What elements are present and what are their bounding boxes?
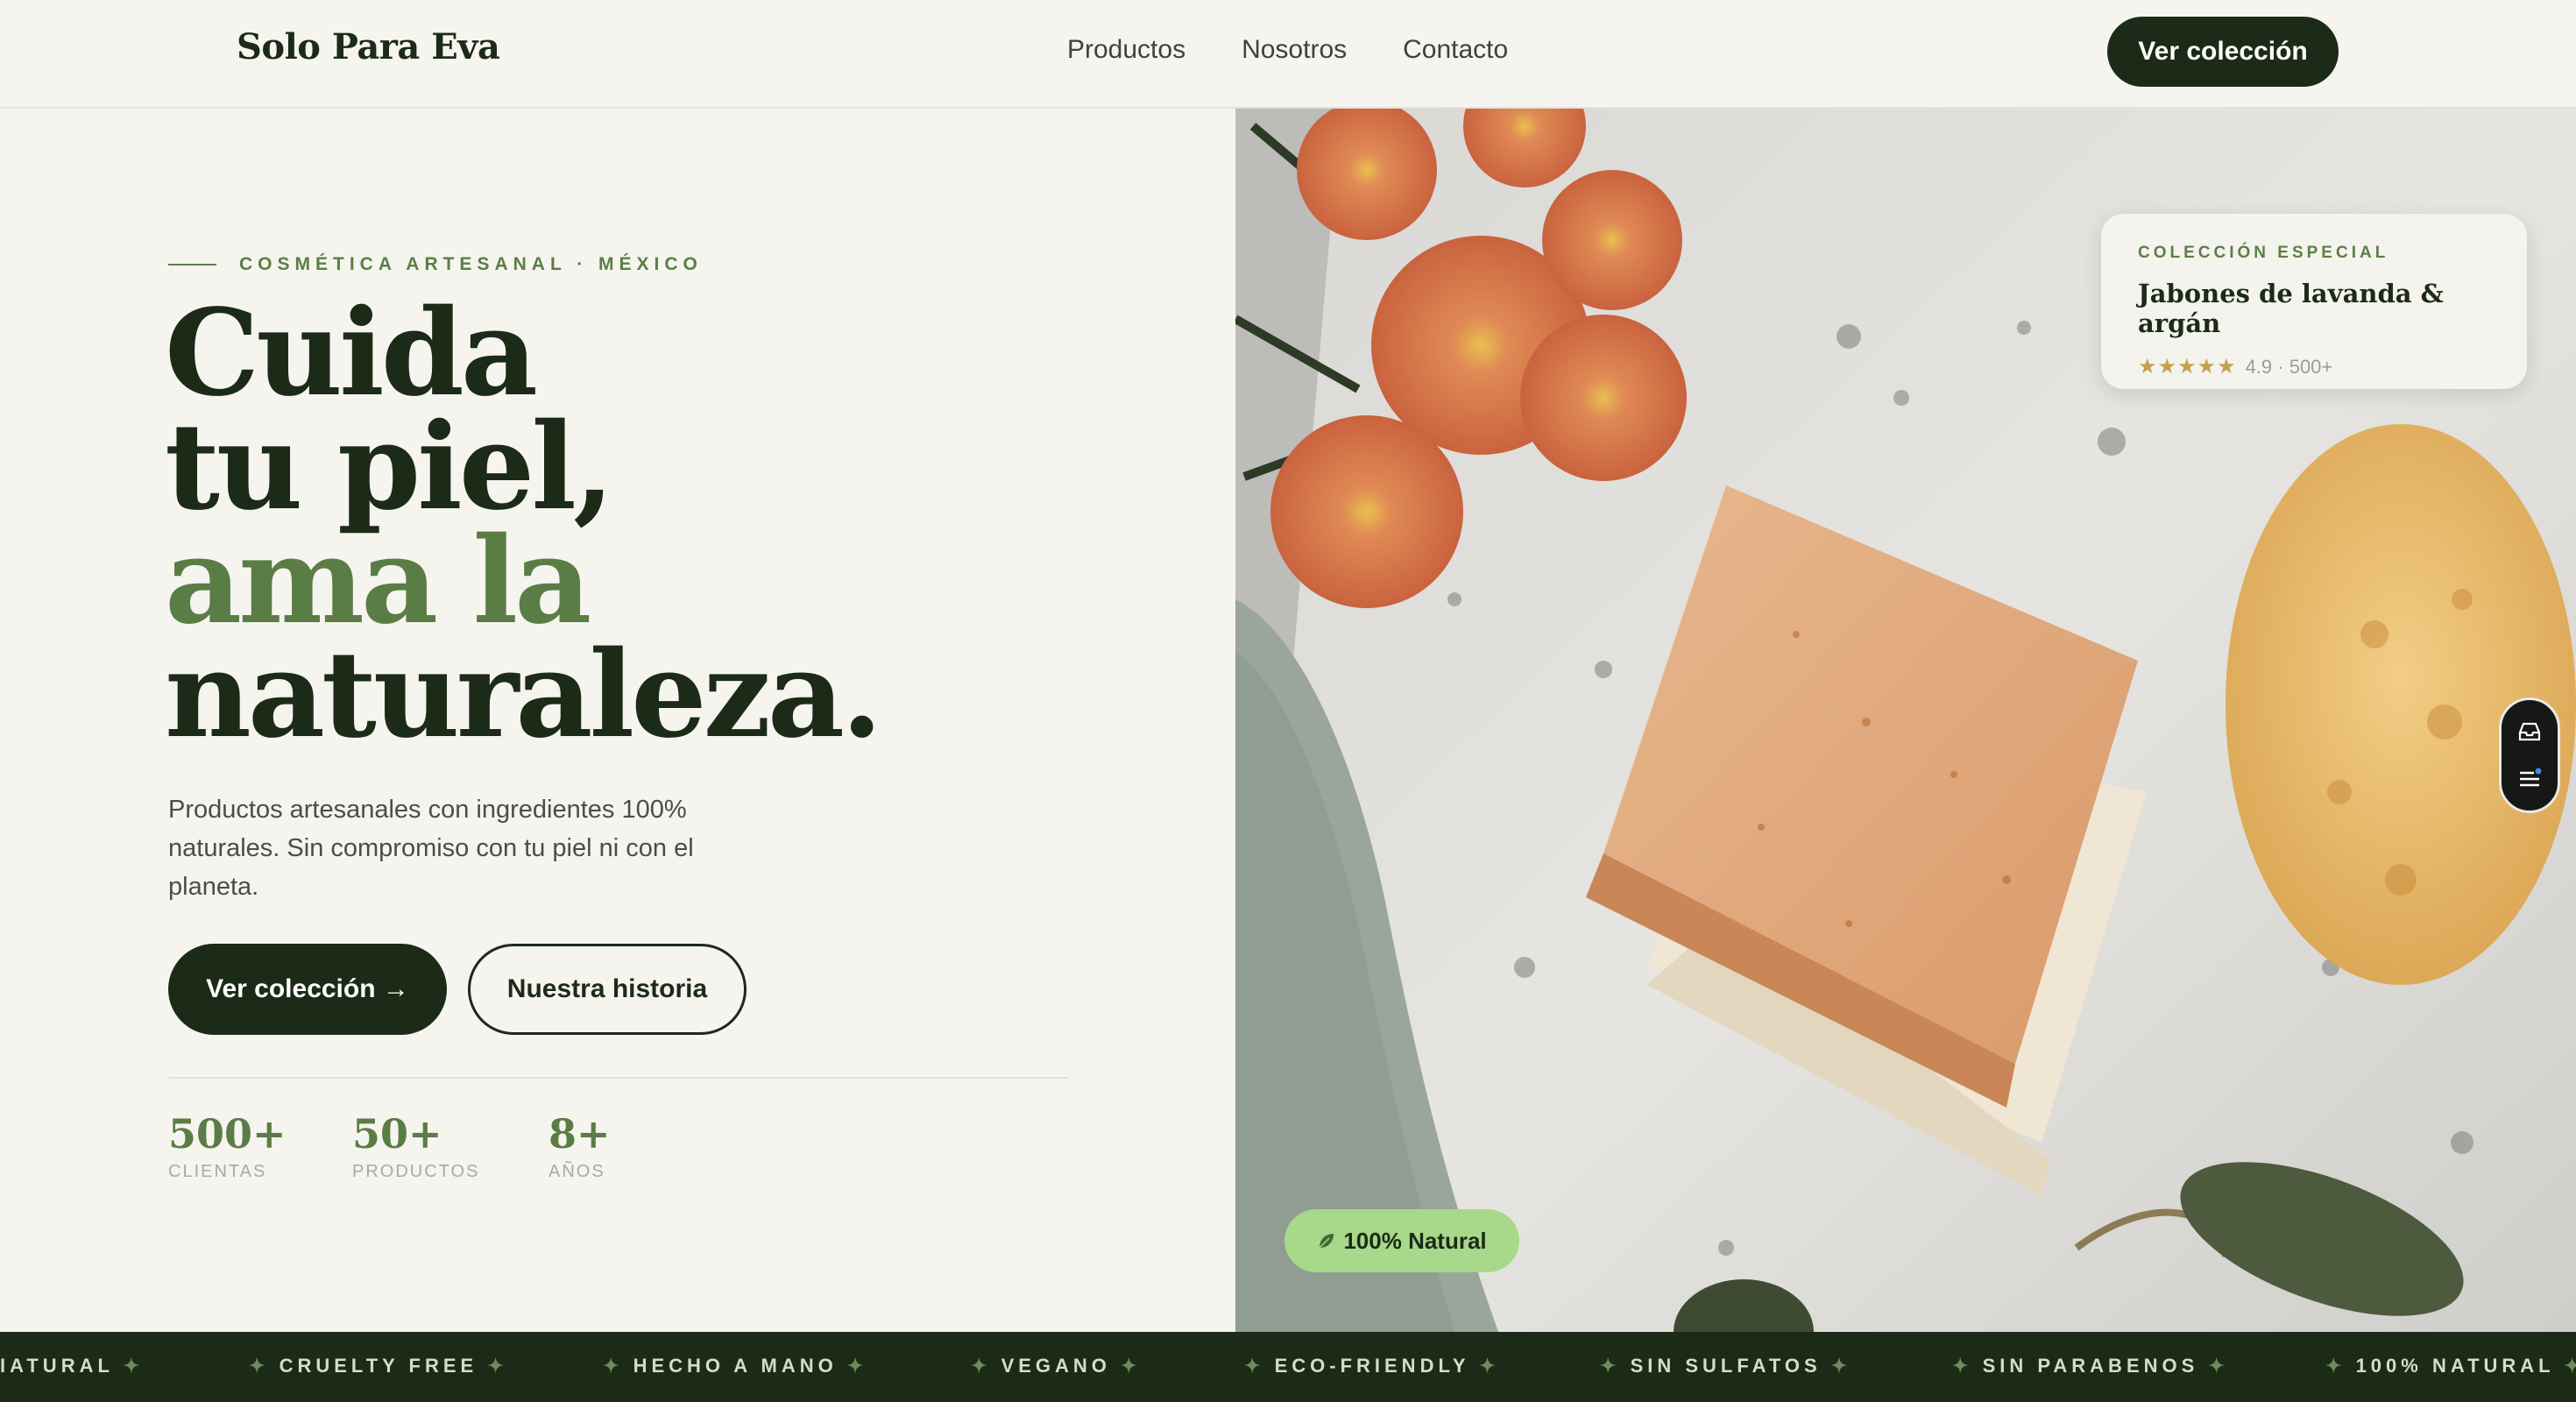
card-title: Jabones de lavanda & argán — [2138, 279, 2444, 338]
leaf-icon — [1319, 1234, 1334, 1249]
card-eyebrow: COLECCIÓN ESPECIAL — [2138, 244, 2389, 262]
hero-eyebrow: COSMÉTICA ARTESANAL · MÉXICO — [168, 254, 703, 275]
stat-label: CLIENTAS — [168, 1162, 267, 1181]
ticker-item: ✦ VEGANO ✦ — [971, 1355, 1142, 1377]
stat-value: 8+ — [548, 1110, 611, 1158]
view-collection-button[interactable]: Ver colección → — [168, 944, 447, 1035]
headline-line-4: naturaleza. — [165, 625, 882, 765]
stat-value: 500+ — [168, 1110, 287, 1158]
stat-products: 50+ PRODUCTOS — [352, 1111, 479, 1182]
stat-clients: 500+ CLIENTAS — [168, 1111, 287, 1182]
nav-collection-button[interactable]: Ver colección — [2107, 17, 2339, 87]
ticker-item: ✦ ECO-FRIENDLY ✦ — [1244, 1355, 1500, 1377]
ticker-item: ✦ CRUELTY FREE ✦ — [249, 1355, 508, 1377]
hero-description: Productos artesanales con ingredientes 1… — [168, 796, 694, 901]
navbar: Solo Para Eva Productos Nosotros Contact… — [0, 0, 2576, 109]
features-ticker: IATURAL ✦ ✦ CRUELTY FREE ✦ ✦ HECHO A MAN… — [0, 1332, 2576, 1402]
nav-link-nosotros[interactable]: Nosotros — [1242, 35, 1347, 65]
stat-label: PRODUCTOS — [352, 1162, 480, 1181]
ticker-item: ✦ SIN SULFATOS ✦ — [1600, 1355, 1852, 1377]
eyebrow-text: COSMÉTICA ARTESANAL · MÉXICO — [239, 254, 703, 274]
menu-icon[interactable] — [2516, 766, 2543, 792]
ticker-item: ✦ HECHO A MANO ✦ — [603, 1355, 868, 1377]
stat-value: 50+ — [352, 1110, 442, 1158]
stat-years: 8+ AÑOS — [548, 1111, 611, 1182]
hero-headline: Cuida tu piel, ama la naturaleza. — [165, 294, 882, 754]
rating-text: 4.9 · 500+ — [2245, 355, 2333, 378]
badge-label: 100% Natural — [1343, 1227, 1487, 1254]
stat-label: AÑOS — [548, 1162, 605, 1181]
inbox-icon[interactable] — [2516, 719, 2543, 745]
nav-links: Productos Nosotros Contacto — [1067, 35, 1508, 65]
natural-badge: 100% Natural — [1284, 1209, 1519, 1272]
star-rating-icon: ★★★★★ — [2138, 355, 2237, 379]
ticker-item: ✦ SIN PARABENOS ✦ — [1952, 1355, 2229, 1377]
nav-link-contacto[interactable]: Contacto — [1403, 35, 1508, 65]
stats-divider — [168, 1077, 1069, 1079]
eyebrow-line — [168, 264, 216, 266]
side-toolbar — [2499, 697, 2560, 813]
nav-link-productos[interactable]: Productos — [1067, 35, 1185, 65]
card-rating: ★★★★★ 4.9 · 500+ — [2138, 354, 2527, 379]
ticker-item: IATURAL ✦ — [0, 1355, 145, 1377]
logo[interactable]: Solo Para Eva — [237, 26, 500, 67]
ticker-item: ✦ 100% NATURAL ✦ — [2325, 1355, 2576, 1377]
featured-collection-card[interactable]: COLECCIÓN ESPECIAL Jabones de lavanda & … — [2101, 214, 2527, 389]
our-story-button[interactable]: Nuestra historia — [468, 944, 747, 1035]
